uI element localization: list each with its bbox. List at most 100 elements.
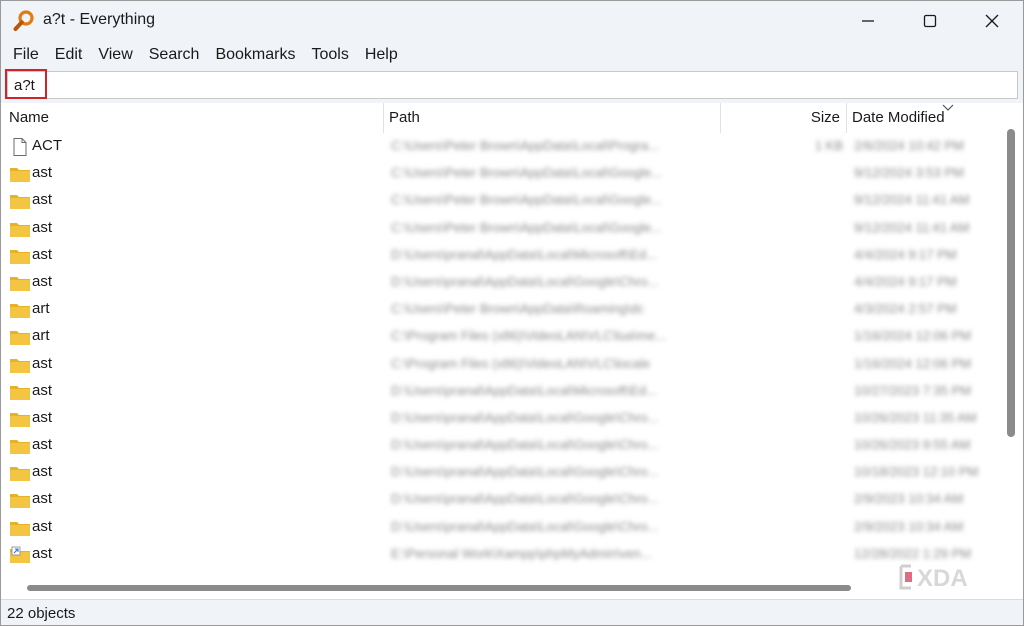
row-name: ast <box>32 408 53 426</box>
table-row[interactable]: ast D:\Users\pranal\AppData\Local\Google\… <box>1 459 1006 486</box>
row-name: ast <box>32 164 53 182</box>
row-path: C:\Users\Peter Brown\AppData\Local\Googl… <box>391 165 662 181</box>
row-date-modified: 2/9/2023 10:34 AM <box>854 518 964 534</box>
row-date-modified: 2/9/2023 10:34 AM <box>854 491 964 507</box>
table-row[interactable]: ast D:\Users\pranal\AppData\Local\Microso… <box>1 378 1006 405</box>
row-name: ast <box>32 272 53 290</box>
menu-help[interactable]: Help <box>357 41 406 69</box>
menu-tools[interactable]: Tools <box>303 41 356 69</box>
sort-descending-icon <box>942 104 954 111</box>
row-name: ast <box>32 463 53 481</box>
row-date-modified: 1/16/2024 12:06 PM <box>854 355 972 371</box>
column-header-path[interactable]: Path <box>384 103 721 133</box>
table-row[interactable]: ast D:\Users\pranal\AppData\Local\Google\… <box>1 486 1006 513</box>
row-path: D:\Users\pranal\AppData\Local\Google\Chr… <box>391 518 659 534</box>
menu-view[interactable]: View <box>90 41 140 69</box>
close-button[interactable] <box>961 1 1023 41</box>
column-header-size[interactable]: Size <box>721 103 847 133</box>
table-row[interactable]: ast D:\Users\pranal\AppData\Local\Microso… <box>1 242 1006 269</box>
table-row[interactable]: ast C:\Program Files (x86)\VideoLAN\VLC\l… <box>1 351 1006 378</box>
menu-bookmarks[interactable]: Bookmarks <box>207 41 303 69</box>
column-header-name[interactable]: Name <box>1 103 384 133</box>
row-date-modified: 10/26/2023 9:55 AM <box>854 437 971 453</box>
status-bar: 22 objects <box>1 599 1023 625</box>
table-row[interactable]: ast C:\Users\Peter Brown\AppData\Local\Go… <box>1 187 1006 214</box>
results-rows: ACT C:\Users\Peter Brown\AppData\Local\Pr… <box>1 133 1006 568</box>
status-object-count: 22 objects <box>7 605 76 622</box>
folder-icon <box>9 437 31 455</box>
folder-icon <box>9 410 31 428</box>
row-path: D:\Users\pranal\AppData\Local\Microsoft\… <box>391 382 657 398</box>
minimize-button[interactable] <box>837 1 899 41</box>
folder-icon <box>9 301 31 319</box>
folder-icon <box>9 274 31 292</box>
row-name: ast <box>32 517 53 535</box>
folder-icon <box>9 519 31 537</box>
app-window: a?t - Everything File Edit View Search B… <box>0 0 1024 626</box>
shortcut-folder-icon <box>9 546 31 564</box>
row-date-modified: 10/27/2023 7:35 PM <box>854 382 972 398</box>
folder-icon <box>9 192 31 210</box>
search-input[interactable] <box>8 72 1017 98</box>
column-header-date-modified[interactable]: Date Modified <box>847 103 1006 133</box>
file-icon <box>9 138 31 156</box>
table-row[interactable]: ast D:\Users\pranal\AppData\Local\Google\… <box>1 405 1006 432</box>
window-title: a?t - Everything <box>43 11 156 28</box>
row-name: ast <box>32 191 53 209</box>
row-date-modified: 9/12/2024 3:53 PM <box>854 165 964 181</box>
folder-icon <box>9 328 31 346</box>
row-name: ast <box>32 544 53 562</box>
row-date-modified: 12/28/2022 1:29 PM <box>854 545 972 561</box>
menu-file[interactable]: File <box>5 41 47 69</box>
row-date-modified: 4/4/2024 9:17 PM <box>854 273 957 289</box>
row-name: art <box>32 300 50 318</box>
row-date-modified: 10/18/2023 12:10 PM <box>854 464 979 480</box>
row-size: 1 KB <box>814 138 843 153</box>
folder-icon <box>9 491 31 509</box>
results-list[interactable]: Name Path Size Date Modified ACT C:\Users… <box>1 103 1006 579</box>
folder-icon <box>9 356 31 374</box>
menu-edit[interactable]: Edit <box>47 41 91 69</box>
row-path: D:\Users\pranal\AppData\Local\Google\Chr… <box>391 464 659 480</box>
close-icon <box>985 14 999 28</box>
row-path: D:\Users\pranal\AppData\Local\Google\Chr… <box>391 273 659 289</box>
row-name: ast <box>32 218 53 236</box>
table-row[interactable]: art C:\Program Files (x86)\VideoLAN\VLC\l… <box>1 323 1006 350</box>
table-row[interactable]: ACT C:\Users\Peter Brown\AppData\Local\Pr… <box>1 133 1006 160</box>
row-path: C:\Users\Peter Brown\AppData\Local\Googl… <box>391 192 662 208</box>
maximize-button[interactable] <box>899 1 961 41</box>
row-path: C:\Program Files (x86)\VideoLAN\VLC\lua\… <box>391 328 667 344</box>
folder-icon <box>9 383 31 401</box>
magnifier-app-icon <box>13 10 34 31</box>
horizontal-scrollbar[interactable] <box>27 585 851 591</box>
row-date-modified: 4/3/2024 2:57 PM <box>854 301 957 317</box>
table-row[interactable]: art C:\Users\Peter Brown\AppData\Roaming\… <box>1 296 1006 323</box>
search-box <box>7 71 1018 99</box>
row-path: E:\Personal Work\Xampp\phpMyAdmin\ven... <box>391 545 652 561</box>
row-name: ast <box>32 354 53 372</box>
table-row[interactable]: ast D:\Users\pranal\AppData\Local\Google\… <box>1 432 1006 459</box>
row-date-modified: 4/4/2024 9:17 PM <box>854 246 957 262</box>
svg-text:XDA: XDA <box>917 565 968 591</box>
table-row[interactable]: ast D:\Users\pranal\AppData\Local\Google\… <box>1 514 1006 541</box>
menu-search[interactable]: Search <box>141 41 208 69</box>
table-row[interactable]: ast E:\Personal Work\Xampp\phpMyAdmin\ven… <box>1 541 1006 568</box>
row-path: C:\Users\Peter Brown\AppData\Local\Googl… <box>391 219 662 235</box>
folder-icon <box>9 220 31 238</box>
row-name: ast <box>32 381 53 399</box>
row-path: C:\Program Files (x86)\VideoLAN\VLC\loca… <box>391 355 651 371</box>
title-bar[interactable]: a?t - Everything <box>1 1 1023 41</box>
row-path: C:\Users\Peter Brown\AppData\Roaming\dc <box>391 301 644 317</box>
row-path: D:\Users\pranal\AppData\Local\Microsoft\… <box>391 246 657 262</box>
menu-bar: File Edit View Search Bookmarks Tools He… <box>1 41 1023 69</box>
row-path: C:\Users\Peter Brown\AppData\Local\Progr… <box>391 138 660 153</box>
vertical-scrollbar[interactable] <box>1007 129 1015 437</box>
table-row[interactable]: ast C:\Users\Peter Brown\AppData\Local\Go… <box>1 215 1006 242</box>
row-date-modified: 2/6/2024 10:42 PM <box>854 138 964 153</box>
table-row[interactable]: ast D:\Users\pranal\AppData\Local\Google\… <box>1 269 1006 296</box>
row-name: art <box>32 327 50 345</box>
table-row[interactable]: ast C:\Users\Peter Brown\AppData\Local\Go… <box>1 160 1006 187</box>
row-path: D:\Users\pranal\AppData\Local\Google\Chr… <box>391 437 659 453</box>
search-row <box>1 69 1023 103</box>
row-path: D:\Users\pranal\AppData\Local\Google\Chr… <box>391 409 659 425</box>
